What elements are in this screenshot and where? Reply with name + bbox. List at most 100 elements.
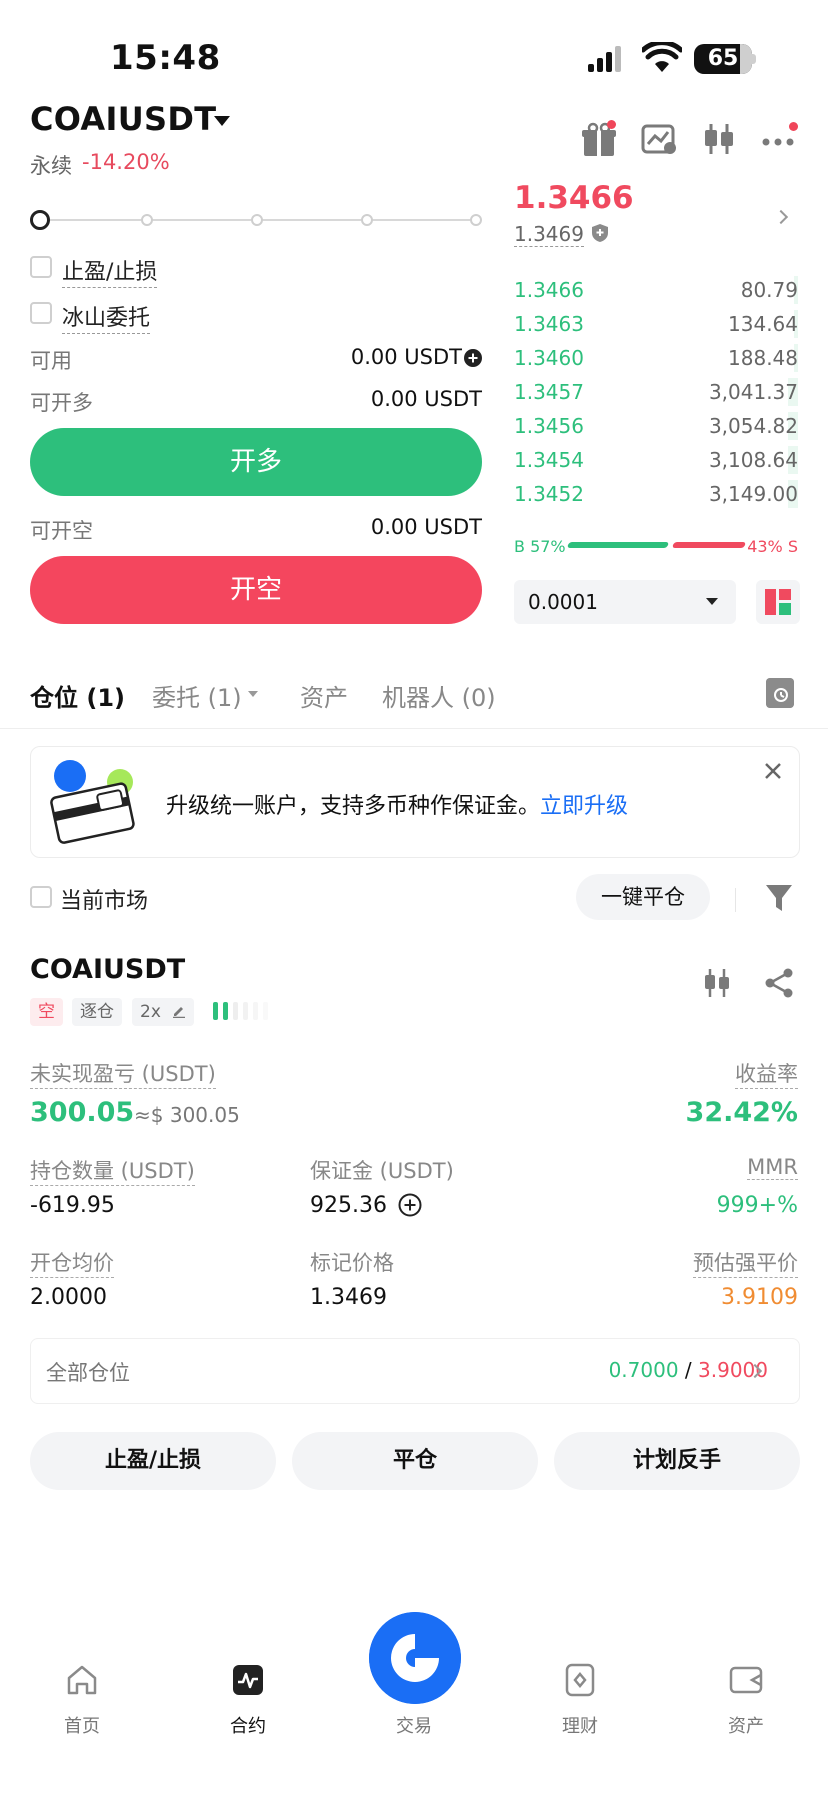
mark-price: 1.3469 [514,222,584,247]
liquidation-price-label[interactable]: 预估强平价 [693,1247,798,1278]
orderbook-price[interactable]: 1.3463 [514,312,584,336]
open-short-button[interactable]: 开空 [30,556,482,624]
margin-value: 925.36 [310,1193,387,1218]
mark-price-label: 标记价格 [310,1251,394,1275]
side-tag: 空 [30,998,63,1026]
tp-sl-label[interactable]: 止盈/止损 [62,254,158,288]
slider-tick[interactable] [361,214,373,226]
share-icon[interactable] [764,967,794,999]
current-market-checkbox[interactable] [30,886,52,908]
orderbook-price[interactable]: 1.3457 [514,380,584,404]
iceberg-label[interactable]: 冰山委托 [62,300,151,334]
reverse-plan-button[interactable]: 计划反手 [554,1432,800,1490]
slider-tick[interactable] [141,214,153,226]
banner-message: 升级统一账户，支持多币种作保证金。立即升级 [166,788,628,820]
home-icon[interactable] [64,1662,100,1698]
position-size-label[interactable]: 持仓数量 (USDT) [30,1155,195,1186]
orderbook-amount[interactable]: 134.64 [728,312,798,336]
price-change: -14.20% [82,150,170,174]
orderbook-amount[interactable]: 3,041.37 [709,380,798,404]
slider-tick[interactable] [251,214,263,226]
earn-icon[interactable] [562,1662,598,1698]
close-all-button[interactable]: 一键平仓 [576,874,710,920]
orderbook-amount[interactable]: 3,149.00 [709,482,798,506]
banner-text: 升级统一账户，支持多币种作保证金。 [166,794,541,819]
sell-ratio-bar [671,542,747,548]
liquidation-price-value: 3.9109 [721,1285,798,1310]
filter-icon[interactable] [765,883,793,913]
orderbook-price[interactable]: 1.3452 [514,482,584,506]
candlestick-icon[interactable] [702,967,732,999]
tp-sl-values: 0.7000 / 3.9000 [609,1358,768,1382]
position-size-value: -619.95 [30,1193,115,1218]
chevron-right-icon[interactable] [773,209,789,225]
slider-tick[interactable] [470,214,482,226]
tp-sl-checkbox[interactable] [30,256,52,278]
battery-tip [752,54,756,64]
orderbook-layout-icon[interactable] [756,580,800,624]
orderbook-price[interactable]: 1.3466 [514,278,584,302]
nav-futures[interactable]: 合约 [198,1712,298,1738]
symbol-title[interactable]: COAIUSDT [30,100,216,138]
unrealized-pnl-label[interactable]: 未实现盈亏 (USDT) [30,1058,216,1089]
roe-value: 32.42% [685,1097,798,1128]
chevron-down-icon [706,598,718,605]
open-long-button[interactable]: 开多 [30,428,482,496]
mmr-label[interactable]: MMR [747,1155,798,1180]
orderbook-amount[interactable]: 3,054.82 [709,414,798,438]
orderbook-price[interactable]: 1.3454 [514,448,584,472]
futures-icon[interactable] [230,1662,266,1698]
roe-label[interactable]: 收益率 [735,1058,798,1089]
entry-price-label[interactable]: 开仓均价 [30,1247,114,1278]
close-icon[interactable] [762,760,784,782]
orderbook-amount[interactable]: 3,108.64 [709,448,798,472]
history-icon[interactable] [766,678,794,708]
mark-price-value: 1.3469 [310,1285,387,1310]
tab-positions[interactable]: 仓位 (1) [30,678,125,713]
iceberg-checkbox[interactable] [30,302,52,324]
tp-sl-button[interactable]: 止盈/止损 [30,1432,276,1490]
depth-value: 0.0001 [528,590,598,614]
orderbook-price[interactable]: 1.3460 [514,346,584,370]
cellular-signal-icon [588,46,621,72]
wallet-icon[interactable] [728,1662,764,1698]
leverage-tag[interactable]: 2x [132,998,195,1026]
orderbook-price[interactable]: 1.3456 [514,414,584,438]
close-position-button[interactable]: 平仓 [292,1432,538,1490]
nav-earn[interactable]: 理财 [530,1712,630,1738]
tab-assets[interactable]: 资产 [300,678,348,713]
adl-indicator-bar [243,1002,248,1020]
contract-type-label: 永续 [30,154,72,178]
adl-indicator-bar [213,1002,218,1020]
leverage-slider-knob[interactable] [30,210,50,230]
margin-label: 保证金 (USDT) [310,1159,454,1183]
can-long-value: 0.00 USDT [370,387,482,411]
unrealized-pnl-value: 300.05 [30,1097,135,1128]
depth-select[interactable]: 0.0001 [514,580,736,624]
adl-indicator-bar [233,1002,238,1020]
nav-trade[interactable]: 交易 [364,1712,464,1738]
nav-home[interactable]: 首页 [32,1712,132,1738]
chart-settings-icon[interactable] [640,120,678,158]
orderbook-amount[interactable]: 80.79 [741,278,798,302]
tab-bots[interactable]: 机器人 (0) [382,678,496,713]
orderbook-amount[interactable]: 188.48 [728,346,798,370]
add-funds-icon[interactable] [464,349,482,367]
shield-icon [592,224,608,242]
chevron-down-icon[interactable] [248,691,258,697]
current-market-label[interactable]: 当前市场 [60,883,148,915]
notification-dot [789,122,798,131]
trade-icon[interactable] [369,1612,461,1704]
upgrade-link[interactable]: 立即升级 [540,794,628,819]
can-short-value: 0.00 USDT [370,515,482,539]
tab-orders[interactable]: 委托 (1) [152,678,242,713]
mmr-value: 999+% [716,1193,798,1218]
chevron-down-icon[interactable] [214,116,230,126]
position-symbol[interactable]: COAIUSDT [30,954,185,985]
add-margin-icon[interactable] [398,1193,422,1217]
divider [0,728,828,729]
can-short-label: 可开空 [30,519,93,543]
buy-ratio-bar [566,542,670,548]
nav-assets[interactable]: 资产 [696,1712,796,1738]
candlestick-icon[interactable] [700,120,738,158]
